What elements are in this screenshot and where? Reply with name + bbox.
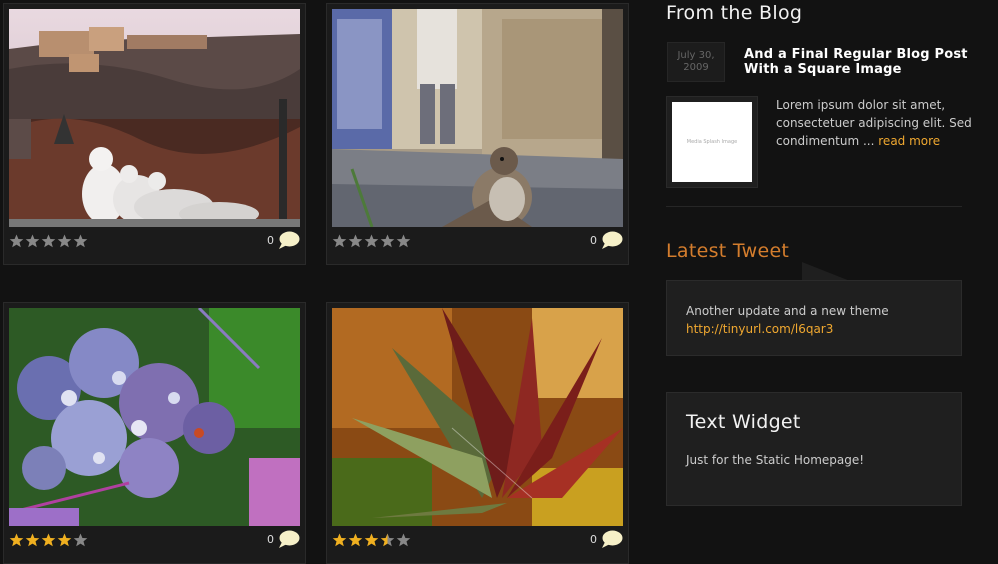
tweet-link[interactable]: http://tinyurl.com/l6qar3 [686, 322, 833, 336]
read-more-link[interactable]: read more [878, 134, 940, 148]
rating-star-icon[interactable] [41, 234, 56, 248]
rating-star-icon[interactable] [396, 533, 411, 547]
rating-stars[interactable] [9, 234, 88, 248]
rating-star-icon[interactable] [364, 533, 379, 547]
tweet-text: Another update and a new theme [686, 304, 889, 318]
card-meta: 0 [332, 529, 623, 553]
gallery-photo-hillside[interactable] [9, 9, 300, 227]
post-date-month: July 30, [677, 50, 715, 61]
text-widget-body: Just for the Static Homepage! [686, 453, 865, 467]
comments-link[interactable]: 0 [267, 231, 300, 250]
rating-star-icon[interactable] [57, 533, 72, 547]
comment-bubble-icon [602, 530, 623, 548]
comment-count: 0 [267, 533, 274, 546]
gallery-card: 0 [326, 3, 629, 265]
rating-star-icon[interactable] [348, 533, 363, 547]
tweet-notch [802, 262, 850, 281]
card-meta: 0 [9, 529, 300, 553]
rating-star-icon[interactable] [332, 234, 347, 248]
blog-widget-title: From the Blog [666, 2, 803, 24]
thumbnail-placeholder: Media Splash Image [672, 102, 752, 182]
rating-stars[interactable] [332, 533, 411, 547]
gallery-card: 0 [3, 302, 306, 564]
gallery-card: 0 [326, 302, 629, 564]
rating-star-icon[interactable] [73, 533, 88, 547]
tweet-panel: Another update and a new theme http://ti… [666, 280, 962, 356]
rating-star-icon[interactable] [348, 234, 363, 248]
post-excerpt: Lorem ipsum dolor sit amet, consectetuer… [776, 96, 976, 150]
rating-stars[interactable] [9, 533, 88, 547]
excerpt-text: Lorem ipsum dolor sit amet, consectetuer… [776, 98, 972, 148]
rating-star-icon[interactable] [9, 234, 24, 248]
comment-count: 0 [590, 234, 597, 247]
comment-count: 0 [590, 533, 597, 546]
rating-star-icon[interactable] [25, 533, 40, 547]
rating-star-icon[interactable] [380, 234, 395, 248]
rating-star-icon[interactable] [25, 234, 40, 248]
gallery-card: 0 [3, 3, 306, 265]
gallery-photo-hydrangea[interactable] [9, 308, 300, 526]
card-meta: 0 [9, 230, 300, 254]
post-date-year: 2009 [683, 62, 709, 73]
comment-bubble-icon [279, 530, 300, 548]
comment-bubble-icon [602, 231, 623, 249]
rating-star-icon[interactable] [364, 234, 379, 248]
rating-star-icon[interactable] [73, 234, 88, 248]
gallery-photo-sparrow[interactable] [332, 9, 623, 227]
post-thumbnail[interactable]: Media Splash Image [666, 96, 758, 188]
post-title-link[interactable]: And a Final Regular Blog Post With a Squ… [744, 47, 974, 77]
comments-link[interactable]: 0 [590, 231, 623, 250]
text-widget: Text Widget Just for the Static Homepage… [666, 392, 962, 506]
rating-star-icon[interactable] [57, 234, 72, 248]
text-widget-title: Text Widget [686, 411, 801, 433]
rating-star-icon[interactable] [332, 533, 347, 547]
comments-link[interactable]: 0 [590, 530, 623, 549]
rating-star-icon[interactable] [9, 533, 24, 547]
tweet-widget-title: Latest Tweet [666, 240, 790, 262]
rating-stars[interactable] [332, 234, 411, 248]
post-date: July 30, 2009 [667, 42, 725, 82]
gallery-photo-succulent[interactable] [332, 308, 623, 526]
comment-bubble-icon [279, 231, 300, 249]
widget-divider [666, 206, 962, 207]
card-meta: 0 [332, 230, 623, 254]
comment-count: 0 [267, 234, 274, 247]
rating-star-icon[interactable] [380, 533, 395, 547]
rating-star-icon[interactable] [41, 533, 56, 547]
comments-link[interactable]: 0 [267, 530, 300, 549]
rating-star-icon[interactable] [396, 234, 411, 248]
